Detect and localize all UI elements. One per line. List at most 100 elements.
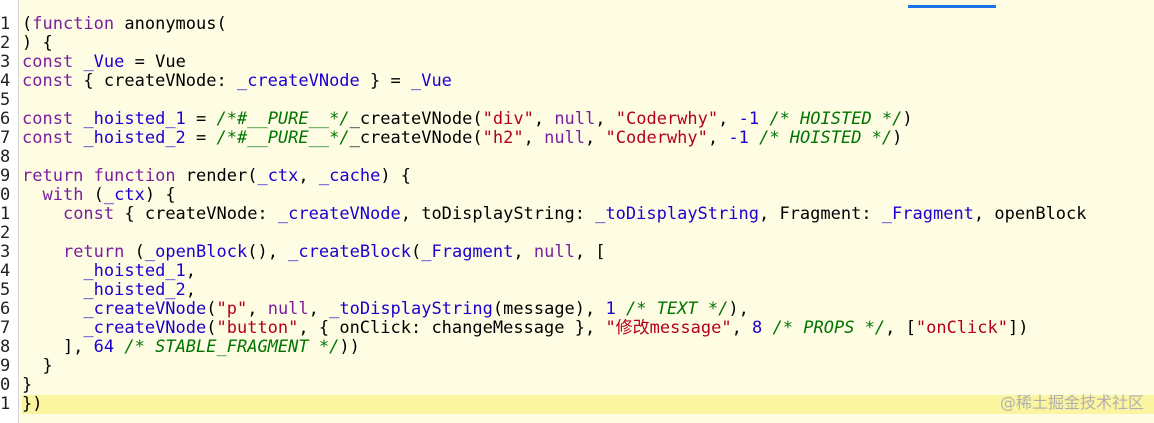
- code-token-kw: with: [42, 186, 84, 205]
- code-token-plain: ,: [298, 167, 319, 186]
- code-token-plain: (),: [247, 243, 289, 262]
- code-token-kw: const: [22, 72, 74, 91]
- line-number-gutter: 123456789012345678901: [0, 0, 19, 423]
- code-token-str: "onClick": [915, 319, 1008, 338]
- code-token-kw: function: [32, 15, 115, 34]
- code-line[interactable]: const { createVNode: _createVNode, toDis…: [22, 205, 1154, 224]
- code-token-var: _hoisted_1: [83, 262, 186, 281]
- code-token-plain: , Fragment:: [758, 205, 882, 224]
- code-line[interactable]: return function render(_ctx, _cache) {: [22, 167, 1154, 186]
- line-number: 0: [0, 376, 11, 395]
- code-token-comment: /* STABLE_FRAGMENT */: [124, 338, 340, 357]
- code-token-plain: (: [206, 319, 217, 338]
- code-token-var: _cache: [318, 167, 381, 186]
- code-token-str: "p": [216, 300, 248, 319]
- code-token-plain: ,: [595, 110, 616, 129]
- line-number: 7: [0, 129, 11, 148]
- line-number: 6: [0, 110, 11, 129]
- code-token-comment: /* TEXT */: [626, 300, 729, 319]
- code-line[interactable]: _createVNode("button", { onClick: change…: [22, 319, 1154, 338]
- line-number: 4: [0, 72, 11, 91]
- code-token-plain: { createVNode:: [114, 205, 278, 224]
- code-line[interactable]: _createVNode("p", null, _toDisplayString…: [22, 300, 1154, 319]
- code-token-plain: (: [206, 300, 217, 319]
- line-number: 3: [0, 243, 11, 262]
- code-token-plain: ,: [185, 281, 197, 300]
- code-line[interactable]: const _hoisted_1 = /*#__PURE__*/_createV…: [22, 110, 1154, 129]
- code-line[interactable]: [22, 91, 1154, 110]
- code-line[interactable]: return (_openBlock(), _createBlock(_Frag…: [22, 243, 1154, 262]
- code-token-plain: (: [22, 15, 33, 34]
- code-token-plain: , [: [885, 319, 916, 338]
- code-token-plain: (: [83, 186, 104, 205]
- code-line[interactable]: _hoisted_2,: [22, 281, 1154, 300]
- code-token-num: 1: [605, 300, 616, 319]
- code-editor[interactable]: 123456789012345678901 (function anonymou…: [0, 0, 1154, 423]
- code-token-plain: ,: [718, 110, 739, 129]
- line-number: 1: [0, 395, 11, 414]
- code-line[interactable]: (function anonymous(: [22, 15, 1154, 34]
- line-number: 4: [0, 262, 11, 281]
- code-line[interactable]: ) {: [22, 34, 1154, 53]
- code-line[interactable]: const _hoisted_2 = /*#__PURE__*/_createV…: [22, 129, 1154, 148]
- line-number: 3: [0, 53, 11, 72]
- code-line[interactable]: ], 64 /* STABLE_FRAGMENT */)): [22, 338, 1154, 357]
- code-token-plain: ,: [513, 243, 534, 262]
- code-token-plain: }: [22, 357, 53, 376]
- code-line[interactable]: [22, 224, 1154, 243]
- code-token-kw: function: [93, 167, 176, 186]
- code-line[interactable]: _hoisted_1,: [22, 262, 1154, 281]
- code-token-num: 8: [752, 319, 763, 338]
- code-token-comment: /*#__PURE__*/: [216, 110, 350, 129]
- line-number: 9: [0, 167, 11, 186]
- code-token-num: 64: [93, 338, 115, 357]
- code-token-plain: =: [185, 129, 217, 148]
- code-token-str: "修改message": [605, 319, 732, 338]
- code-token-plain: (: [124, 243, 145, 262]
- code-token-plain: ) {: [22, 34, 53, 53]
- code-line[interactable]: }: [22, 376, 1154, 395]
- code-token-kw: const: [22, 53, 74, 72]
- line-number: 1: [0, 205, 11, 224]
- code-line[interactable]: }: [22, 357, 1154, 376]
- code-token-kw: const: [22, 110, 74, 129]
- active-code-line[interactable]: }): [22, 395, 1154, 414]
- code-token-kw: null: [533, 243, 575, 262]
- code-token-plain: ,: [308, 300, 330, 319]
- code-token-kw: null: [267, 300, 309, 319]
- code-line[interactable]: [22, 148, 1154, 167]
- code-token-plain: } =: [359, 72, 411, 91]
- code-content[interactable]: (function anonymous() {const _Vue = Vue c…: [22, 15, 1154, 414]
- code-token-kw: null: [544, 129, 586, 148]
- watermark: @稀土掘金技术社区: [999, 393, 1144, 412]
- code-token-var: _createBlock: [288, 243, 411, 262]
- code-token-plain: _createVNode(: [349, 110, 483, 129]
- code-token-num: -1: [728, 129, 749, 148]
- line-number: 7: [0, 319, 11, 338]
- code-line[interactable]: const _Vue = Vue: [22, 53, 1154, 72]
- code-token-var: _toDisplayString: [329, 300, 493, 319]
- code-token-plain: ,: [523, 129, 545, 148]
- code-token-var: _createVNode: [83, 319, 207, 338]
- code-token-plain: ]): [1007, 319, 1029, 338]
- code-token-plain: ),: [728, 300, 749, 319]
- code-token-var: _Vue: [410, 72, 452, 91]
- code-token-kw: null: [554, 110, 596, 129]
- code-line[interactable]: with (_ctx) {: [22, 186, 1154, 205]
- code-token-kw: const: [62, 205, 115, 224]
- code-token-var: _createVNode: [83, 300, 207, 319]
- code-token-comment: /* HOISTED */: [759, 129, 893, 148]
- active-tab-indicator: [908, 5, 996, 8]
- code-line[interactable]: const { createVNode: _createVNode } = _V…: [22, 72, 1154, 91]
- code-token-plain: = Vue: [124, 53, 186, 72]
- code-token-var: _Fragment: [881, 205, 974, 224]
